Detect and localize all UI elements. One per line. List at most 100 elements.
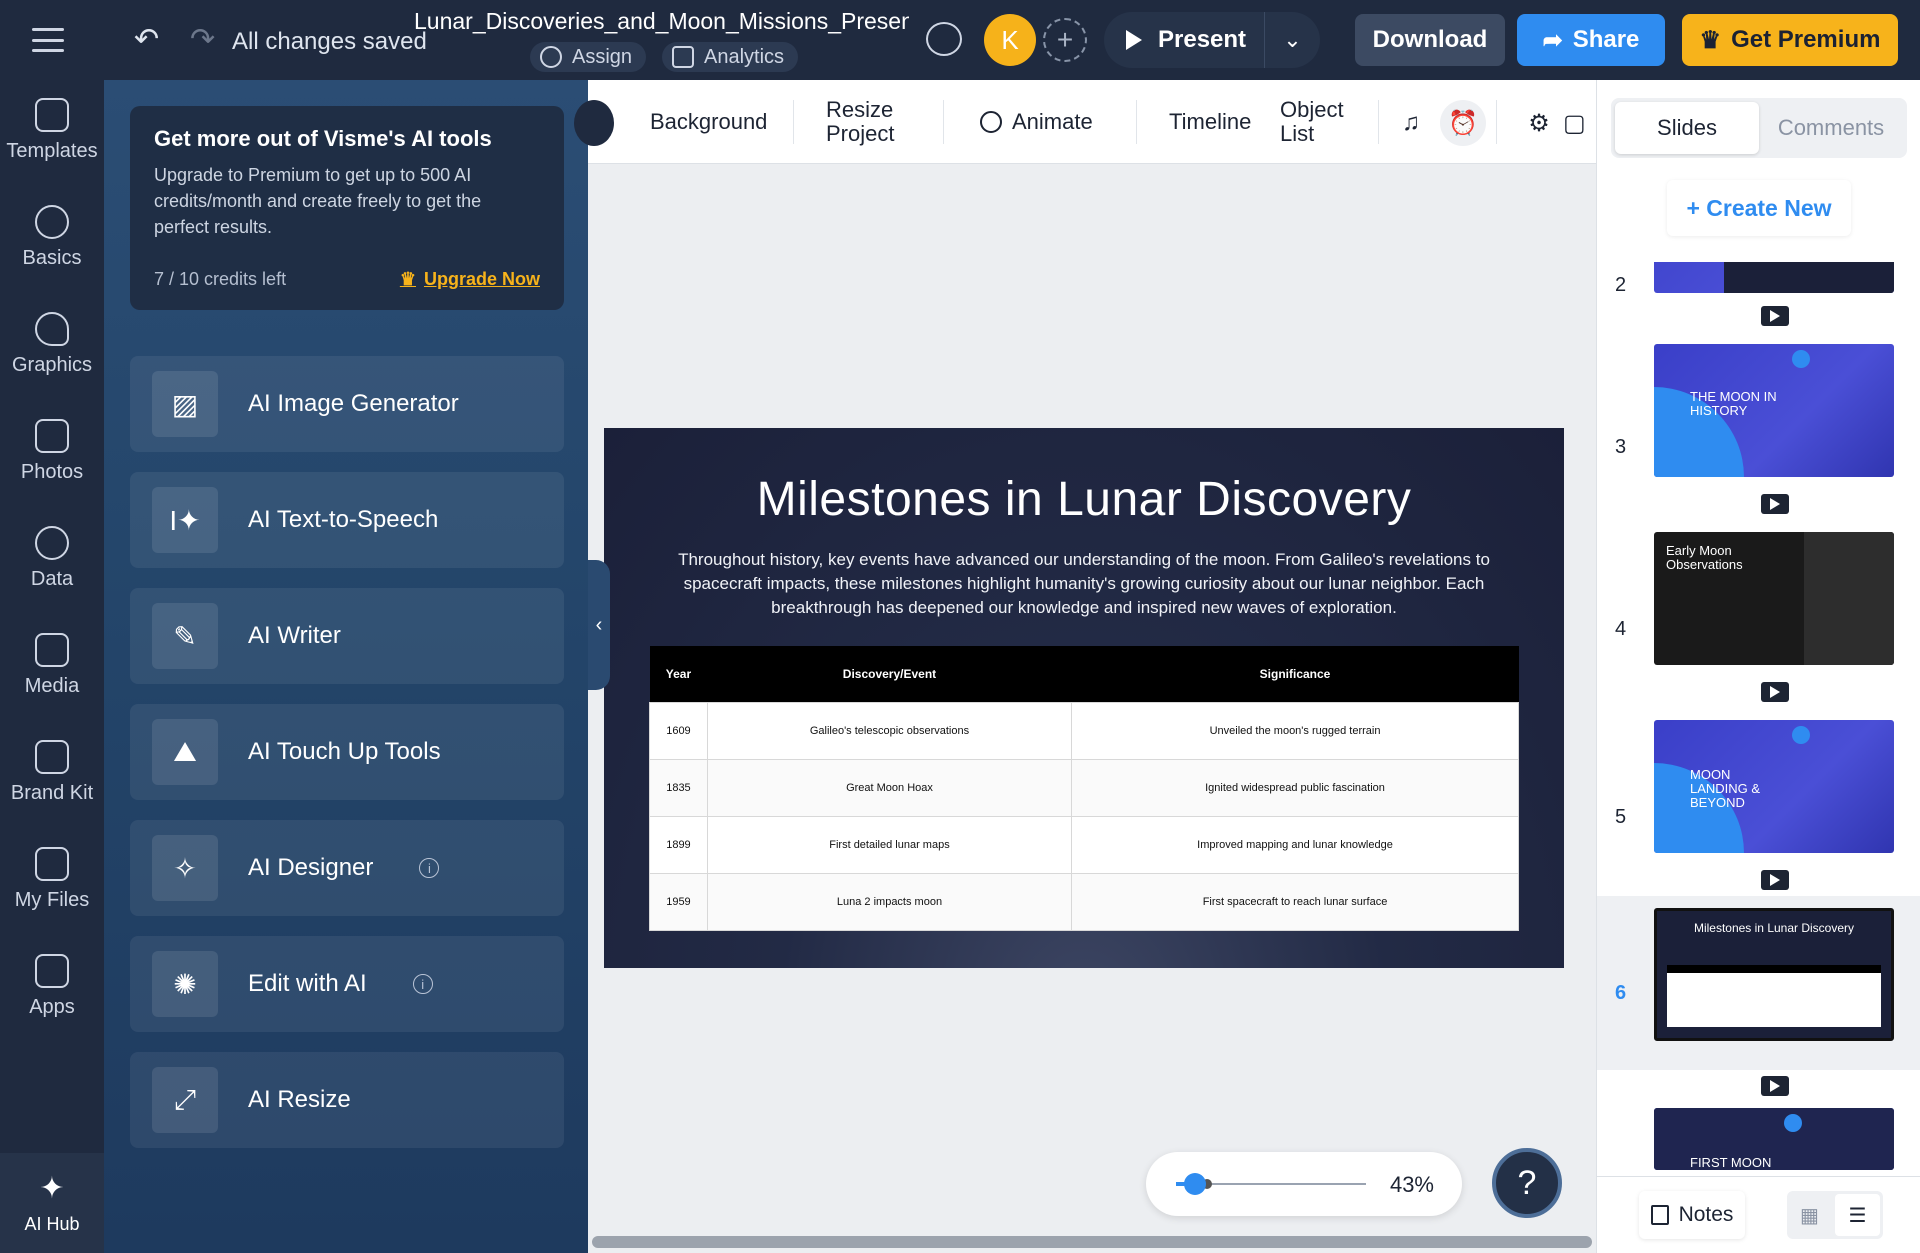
analytics-button[interactable]: Analytics [662,42,799,72]
tab-slides[interactable]: Slides [1615,102,1759,154]
hamburger-menu-icon[interactable] [30,24,66,56]
slide-thumbnail-row[interactable]: 3 THE MOON IN HISTORY [1597,344,1920,532]
analytics-label: Analytics [704,45,785,68]
avatar[interactable]: K [984,14,1036,66]
notes-label: Notes [1678,1203,1734,1226]
templates-icon [35,98,69,132]
create-new-slide-button[interactable]: + Create New [1667,180,1851,236]
chevron-down-icon[interactable]: ⌄ [1264,12,1320,68]
landscape-sparkle-icon: ⛰ [152,719,218,785]
nav-label: Graphics [11,354,93,376]
ai-designer-item[interactable]: ✧ AI Designer i [130,820,564,916]
download-button[interactable]: Download [1355,14,1505,66]
image-sparkle-icon: ▨ [152,371,218,437]
nav-item-photos[interactable]: Photos [0,419,104,484]
info-icon[interactable]: i [412,974,433,994]
redo-icon[interactable]: ↷ [190,22,215,57]
grid-view-icon[interactable]: ▦ [1787,1191,1832,1239]
collapse-panel-chevron-left-icon[interactable]: ‹ [588,560,610,690]
share-button[interactable]: ➦ Share [1517,14,1665,66]
animate-button[interactable]: Animate [980,109,1093,134]
nav-item-data[interactable]: Data [0,526,104,591]
music-icon[interactable]: ♫ [1388,100,1434,146]
thumb-shape [1792,350,1810,368]
slide-thumbnail[interactable] [1654,262,1894,293]
ai-image-generator-item[interactable]: ▨ AI Image Generator [130,356,564,452]
ai-text-to-speech-item[interactable]: I✦ AI Text-to-Speech [130,472,564,568]
ai-tools-panel: Get more out of Visme's AI tools Upgrade… [104,80,588,1253]
resize-project-button[interactable]: Resize Project [826,97,895,146]
slide-thumbnail[interactable]: MOON LANDING & BEYOND [1654,720,1894,853]
slide-number: 5 [1615,806,1627,828]
table-cell: First spacecraft to reach lunar surface [1071,872,1519,931]
slide[interactable]: Milestones in Lunar Discovery Throughout… [604,428,1564,968]
transition-icon[interactable] [1761,682,1789,702]
tab-comments[interactable]: Comments [1759,102,1903,154]
nav-label: My Files [14,889,90,911]
get-premium-button[interactable]: ♛ Get Premium [1682,14,1898,66]
ai-touch-up-tools-item[interactable]: ⛰ AI Touch Up Tools [130,704,564,800]
nav-item-apps[interactable]: Apps [0,954,104,1019]
upgrade-now-link[interactable]: ♛ Upgrade Now [400,269,540,290]
nav-item-brand-kit[interactable]: Brand Kit [0,740,104,805]
object-list-button[interactable]: Object List [1280,97,1344,146]
nav-item-templates[interactable]: Templates [0,98,104,163]
ai-writer-item[interactable]: ✎ AI Writer [130,588,564,684]
top-bar: ↶ ↷ All changes saved Lunar_Discoveries_… [0,0,1920,80]
comment-icon[interactable] [926,22,962,56]
slide-thumbnail[interactable]: FIRST MOON LANDING [1654,1108,1894,1170]
thumb-text: MOON LANDING & BEYOND [1690,767,1761,810]
divider [943,100,944,144]
transition-icon[interactable] [1761,1076,1789,1096]
sparkle-icon: ✺ [152,951,218,1017]
background-button[interactable]: Background [650,109,767,134]
slide-thumbnail-row[interactable]: 4 Early Moon Observations [1597,532,1920,720]
play-icon [1126,30,1142,50]
thumb-text: FIRST MOON LANDING [1690,1155,1772,1171]
ai-promo-card: Get more out of Visme's AI tools Upgrade… [130,106,564,310]
nav-label: Templates [6,140,98,162]
zoom-slider[interactable] [1176,1173,1366,1195]
slide-thumbnail[interactable]: Milestones in Lunar Discovery [1654,908,1894,1041]
horizontal-scrollbar[interactable] [592,1236,1592,1248]
nav-item-graphics[interactable]: Graphics [0,312,104,377]
assign-button[interactable]: Assign [530,42,647,72]
present-button[interactable]: Present [1104,12,1264,68]
add-collaborator-icon[interactable]: + [1043,18,1087,62]
slide-title[interactable]: Milestones in Lunar Discovery [604,472,1564,527]
slide-thumbnail-row[interactable]: 2 [1597,262,1920,342]
left-nav: Templates Basics Graphics Photos Data Me… [0,80,104,1253]
brand-kit-icon [35,740,69,774]
preview-icon[interactable]: ▢ [1563,100,1596,146]
alarm-clock-icon[interactable]: ⏰ [1440,100,1486,146]
nav-item-basics[interactable]: Basics [0,205,104,270]
document-title[interactable]: Lunar_Discoveries_and_Moon_Missions_Pres… [414,8,909,35]
ai-item-label: AI Text-to-Speech [248,506,439,533]
info-icon[interactable]: i [419,858,440,878]
transition-icon[interactable] [1761,494,1789,514]
slide-thumbnail[interactable]: THE MOON IN HISTORY [1654,344,1894,477]
nav-item-ai-hub[interactable]: ✦ AI Hub [0,1153,104,1253]
nav-item-my-files[interactable]: My Files [0,847,104,912]
slide-thumbnail-row[interactable]: FIRST MOON LANDING [1597,1108,1920,1170]
ai-resize-item[interactable]: ⤢ AI Resize [130,1052,564,1148]
milestones-table[interactable]: Year Discovery/Event Significance 1609 G… [649,646,1519,931]
animate-icon [980,110,1002,133]
save-status: All changes saved [232,28,427,55]
list-view-icon[interactable]: ☰ [1835,1194,1880,1236]
notes-button[interactable]: Notes [1639,1191,1745,1239]
undo-icon[interactable]: ↶ [134,22,159,57]
transition-icon[interactable] [1761,870,1789,890]
timeline-button[interactable]: Timeline [1169,109,1251,134]
slide-thumbnail-row[interactable]: 5 MOON LANDING & BEYOND [1597,720,1920,908]
resize-label-2: Project [826,120,895,146]
slide-thumbnail[interactable]: Early Moon Observations [1654,532,1894,665]
zoom-slider-handle[interactable] [1184,1173,1206,1195]
edit-with-ai-item[interactable]: ✺ Edit with AI i [130,936,564,1032]
settings-gear-icon[interactable]: ⚙ [1516,100,1562,146]
nav-item-media[interactable]: Media [0,633,104,698]
transition-icon[interactable] [1761,306,1789,326]
slide-subtitle[interactable]: Throughout history, key events have adva… [648,548,1520,620]
slide-thumbnail-row-active[interactable]: 6 Milestones in Lunar Discovery [1597,896,1920,1070]
help-button[interactable]: ? [1492,1148,1562,1218]
